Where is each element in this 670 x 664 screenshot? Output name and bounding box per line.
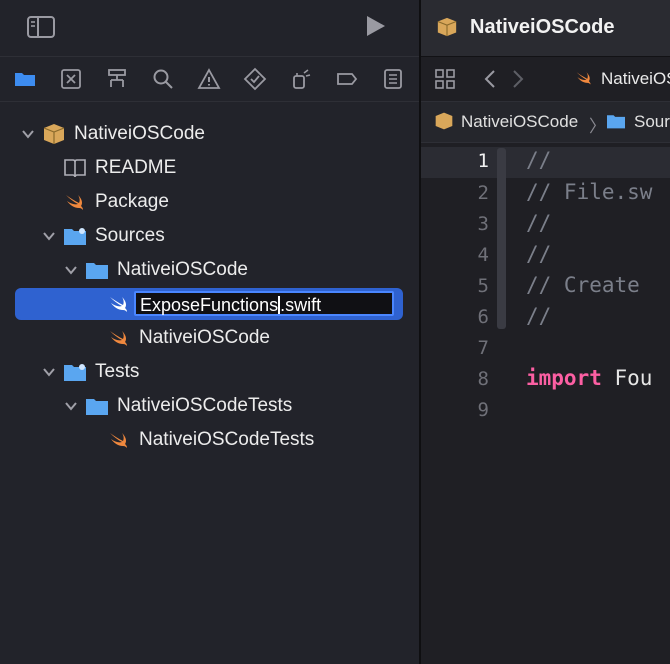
- tree-item-tests-folder[interactable]: Tests: [0, 355, 419, 389]
- line-number: 7: [477, 337, 489, 359]
- chevron-down-icon[interactable]: [42, 365, 56, 379]
- folder-icon: [607, 115, 625, 129]
- chevron-down-icon[interactable]: [42, 229, 56, 243]
- run-button-icon[interactable]: [365, 14, 387, 38]
- code-line: //: [526, 148, 552, 172]
- editor-area: NativeiOSCode NativeiOSCo NativeiOSCode …: [421, 0, 670, 664]
- tree-item-label: Tests: [95, 361, 140, 382]
- editor-tab-label: NativeiOSCo: [601, 69, 670, 88]
- code-text: Fou: [601, 366, 653, 390]
- tree-item-nativeioscode-swift[interactable]: NativeiOSCode: [0, 321, 419, 355]
- chevron-down-icon[interactable]: [21, 127, 35, 141]
- line-number: 5: [477, 275, 489, 297]
- folder-navigator-icon[interactable]: [13, 67, 37, 91]
- tree-item-tests-swift[interactable]: NativeiOSCodeTests: [0, 423, 419, 457]
- tree-item-label: README: [95, 157, 177, 178]
- line-number: 4: [477, 244, 489, 266]
- tree-item-package-swift[interactable]: Package: [0, 185, 419, 219]
- editor-toolbar: NativeiOSCo: [421, 57, 670, 102]
- code-line: // Create: [526, 273, 640, 297]
- swift-icon: [576, 72, 591, 85]
- tree-item-readme[interactable]: README: [0, 151, 419, 185]
- project-navigator-panel: NativeiOSCode README Package Sources Nat…: [0, 0, 419, 664]
- package-icon: [437, 17, 457, 37]
- line-number: 2: [477, 182, 489, 204]
- breadcrumb: NativeiOSCode 〉 Sour: [421, 102, 670, 143]
- report-navigator-icon[interactable]: [381, 67, 405, 91]
- tree-item-package-root[interactable]: NativeiOSCode: [0, 117, 419, 151]
- chevron-down-icon[interactable]: [64, 263, 78, 277]
- sidebar-titlebar: [0, 0, 419, 56]
- code-line: //: [526, 211, 552, 235]
- source-control-icon[interactable]: [59, 67, 83, 91]
- chevron-down-icon[interactable]: [64, 399, 78, 413]
- tree-item-tests-subfolder[interactable]: NativeiOSCodeTests: [0, 389, 419, 423]
- tree-item-label: NativeiOSCode: [139, 327, 270, 348]
- tree-item-label: NativeiOSCode: [117, 259, 248, 280]
- symbol-navigator-icon[interactable]: [105, 67, 129, 91]
- change-ribbon: [497, 148, 506, 329]
- line-number: 3: [477, 213, 489, 235]
- forward-arrow-icon[interactable]: [511, 69, 525, 89]
- package-icon: [43, 124, 65, 144]
- tree-item-label: NativeiOSCode: [74, 123, 205, 144]
- related-items-grid-icon[interactable]: [434, 68, 456, 90]
- breadcrumb-item[interactable]: Sour: [634, 112, 670, 132]
- navigator-selector-bar: [0, 56, 419, 102]
- tree-item-sources-folder[interactable]: Sources: [0, 219, 419, 253]
- tree-item-label: Package: [95, 191, 169, 212]
- rename-text-before-caret: ExposeFunctions: [140, 295, 279, 315]
- search-icon[interactable]: [151, 67, 175, 91]
- sidebar-toggle-icon[interactable]: [27, 16, 55, 38]
- back-arrow-icon[interactable]: [483, 69, 497, 89]
- book-icon: [64, 159, 86, 178]
- tree-item-label: Sources: [95, 225, 165, 246]
- rename-text-after-caret: .swift: [280, 295, 322, 315]
- line-number: 6: [477, 306, 489, 328]
- code-line: // File.sw: [526, 180, 653, 204]
- folder-icon: [64, 228, 86, 245]
- swift-icon: [110, 433, 127, 448]
- debug-navigator-icon[interactable]: [289, 67, 313, 91]
- rename-file-input[interactable]: ExposeFunctions .swift: [134, 291, 394, 316]
- line-number: 1: [477, 150, 489, 172]
- breadcrumb-separator-icon: 〉: [589, 117, 606, 136]
- breakpoint-navigator-icon[interactable]: [335, 67, 359, 91]
- folder-icon: [86, 263, 108, 279]
- line-number: 8: [477, 368, 489, 390]
- code-line: //: [526, 304, 552, 328]
- swift-icon: [66, 195, 83, 210]
- tree-item-exposefunctions-selected[interactable]: ExposeFunctions .swift: [0, 287, 419, 321]
- issue-navigator-icon[interactable]: [197, 67, 221, 91]
- tree-item-nativeioscode-folder[interactable]: NativeiOSCode: [0, 253, 419, 287]
- package-icon: [435, 112, 453, 130]
- code-line: import Fou: [526, 366, 652, 390]
- folder-icon: [64, 364, 86, 381]
- line-number: 9: [477, 399, 489, 421]
- code-line: //: [526, 242, 552, 266]
- swift-icon: [110, 331, 127, 346]
- test-navigator-icon[interactable]: [243, 67, 267, 91]
- window-title: NativeiOSCode: [470, 16, 615, 38]
- folder-icon: [86, 399, 108, 415]
- tree-item-label: NativeiOSCodeTests: [139, 429, 315, 450]
- breadcrumb-item[interactable]: NativeiOSCode: [461, 112, 578, 132]
- swift-icon: [110, 297, 127, 312]
- window-titlebar: NativeiOSCode: [421, 0, 670, 57]
- code-editor[interactable]: 1 2 3 4 5 6 7 8 9 // // File.sw // // //…: [421, 143, 670, 664]
- code-keyword: import: [526, 366, 602, 390]
- tree-item-label: NativeiOSCodeTests: [117, 395, 293, 416]
